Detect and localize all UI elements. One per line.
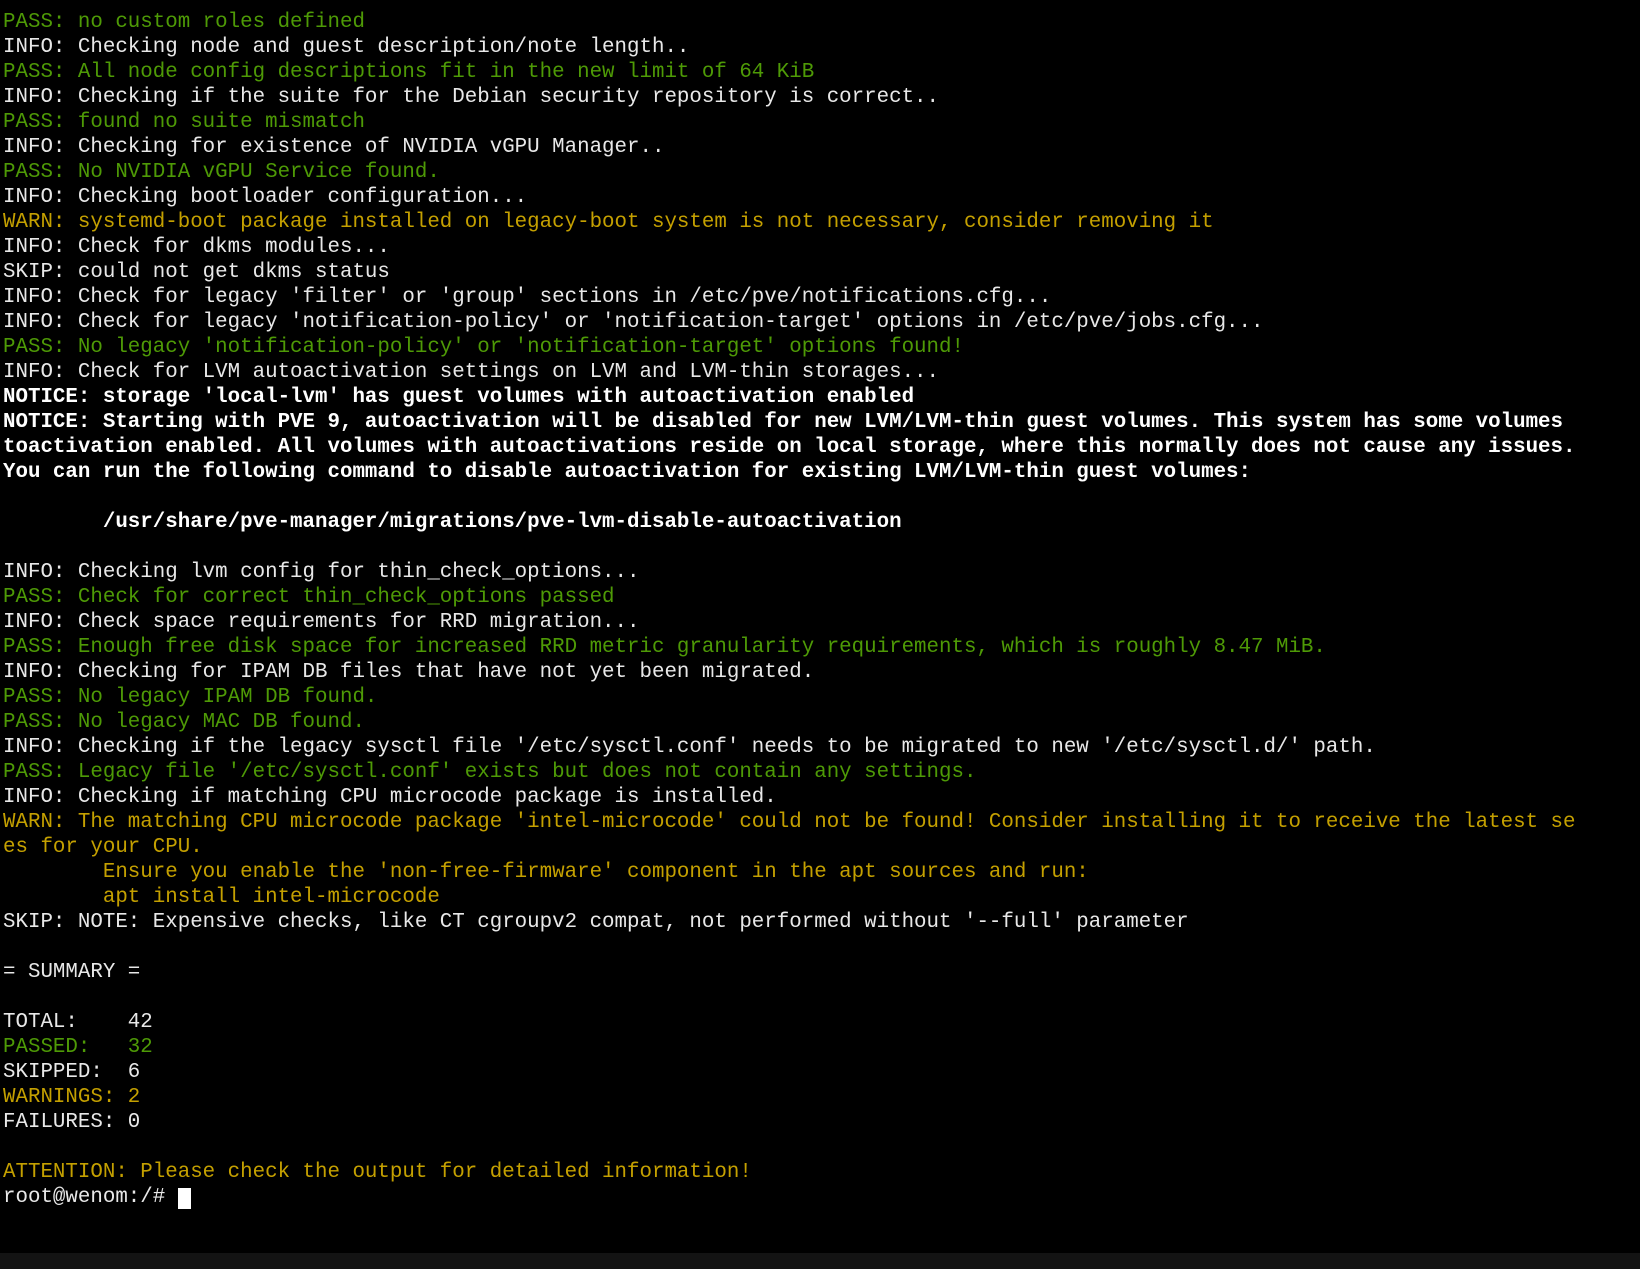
terminal-line: TOTAL: 42	[3, 1010, 1640, 1035]
terminal-line-text: PASS: Enough free disk space for increas…	[3, 636, 1326, 659]
terminal-line-text: INFO: Checking for IPAM DB files that ha…	[3, 661, 814, 684]
terminal-line-text: INFO: Check for LVM autoactivation setti…	[3, 361, 939, 384]
terminal-line: WARN: The matching CPU microcode package…	[3, 810, 1640, 835]
terminal-line: INFO: Check for legacy 'notification-pol…	[3, 310, 1640, 335]
terminal-line-text: INFO: Check for legacy 'filter' or 'grou…	[3, 286, 1051, 309]
terminal-line-text: es for your CPU.	[3, 836, 203, 859]
terminal-line: INFO: Checking node and guest descriptio…	[3, 35, 1640, 60]
terminal-line: NOTICE: Starting with PVE 9, autoactivat…	[3, 410, 1640, 435]
terminal-line-text: WARNINGS: 2	[3, 1086, 140, 1109]
terminal-line: NOTICE: storage 'local-lvm' has guest vo…	[3, 385, 1640, 410]
terminal-line-text: PASS: No legacy MAC DB found.	[3, 711, 365, 734]
terminal-line-text: PASS: No legacy IPAM DB found.	[3, 686, 377, 709]
terminal-line: PASS: no custom roles defined	[3, 10, 1640, 35]
terminal-line: INFO: Checking if the suite for the Debi…	[3, 85, 1640, 110]
terminal-line: toactivation enabled. All volumes with a…	[3, 435, 1640, 460]
terminal-line-text: SKIP: could not get dkms status	[3, 261, 390, 284]
terminal-line: PASS: Enough free disk space for increas…	[3, 635, 1640, 660]
terminal-line: PASS: found no suite mismatch	[3, 110, 1640, 135]
terminal-line-text: WARN: systemd-boot package installed on …	[3, 211, 1214, 234]
terminal-line: INFO: Checking for IPAM DB files that ha…	[3, 660, 1640, 685]
terminal-line: /usr/share/pve-manager/migrations/pve-lv…	[3, 510, 1640, 535]
terminal-line	[3, 985, 1640, 1010]
terminal-line-text: FAILURES: 0	[3, 1111, 140, 1134]
terminal-line: ATTENTION: Please check the output for d…	[3, 1160, 1640, 1185]
terminal-line: INFO: Checking lvm config for thin_check…	[3, 560, 1640, 585]
terminal-line: INFO: Check for legacy 'filter' or 'grou…	[3, 285, 1640, 310]
terminal-line: SKIP: could not get dkms status	[3, 260, 1640, 285]
terminal-output: PASS: no custom roles definedINFO: Check…	[3, 10, 1640, 1210]
terminal-line-text: PASS: no custom roles defined	[3, 11, 365, 34]
terminal-line-text: TOTAL: 42	[3, 1011, 153, 1034]
terminal-line-text: INFO: Checking if the legacy sysctl file…	[3, 736, 1376, 759]
terminal-line-text: NOTICE: storage 'local-lvm' has guest vo…	[3, 386, 914, 409]
terminal-line: FAILURES: 0	[3, 1110, 1640, 1135]
terminal-line: SKIP: NOTE: Expensive checks, like CT cg…	[3, 910, 1640, 935]
bottom-bar	[0, 1253, 1640, 1269]
terminal-line-text: WARN: The matching CPU microcode package…	[3, 811, 1576, 834]
shell-prompt-text: root@wenom:/#	[3, 1186, 178, 1209]
terminal-line-text: PASS: Check for correct thin_check_optio…	[3, 586, 615, 609]
terminal-line	[3, 1135, 1640, 1160]
terminal-line-text: toactivation enabled. All volumes with a…	[3, 436, 1576, 459]
terminal-line: PASS: No NVIDIA vGPU Service found.	[3, 160, 1640, 185]
terminal-line: WARN: systemd-boot package installed on …	[3, 210, 1640, 235]
terminal-line-text: apt install intel-microcode	[3, 886, 440, 909]
terminal-line: INFO: Checking bootloader configuration.…	[3, 185, 1640, 210]
terminal-line: You can run the following command to dis…	[3, 460, 1640, 485]
terminal-line	[3, 935, 1640, 960]
terminal-line	[3, 485, 1640, 510]
terminal-line: WARNINGS: 2	[3, 1085, 1640, 1110]
terminal-line-text: PASS: All node config descriptions fit i…	[3, 61, 814, 84]
terminal-line-text: SKIPPED: 6	[3, 1061, 140, 1084]
terminal-line: PASS: Legacy file '/etc/sysctl.conf' exi…	[3, 760, 1640, 785]
terminal-line-text: INFO: Checking if the suite for the Debi…	[3, 86, 939, 109]
terminal-line-text: INFO: Check space requirements for RRD m…	[3, 611, 640, 634]
terminal-line-text: INFO: Checking node and guest descriptio…	[3, 36, 689, 59]
terminal-line-text: INFO: Checking if matching CPU microcode…	[3, 786, 777, 809]
terminal-window[interactable]: PASS: no custom roles definedINFO: Check…	[0, 0, 1640, 1269]
terminal-line-text: NOTICE: Starting with PVE 9, autoactivat…	[3, 411, 1563, 434]
terminal-line: INFO: Check space requirements for RRD m…	[3, 610, 1640, 635]
terminal-line: PASSED: 32	[3, 1035, 1640, 1060]
terminal-line: Ensure you enable the 'non-free-firmware…	[3, 860, 1640, 885]
terminal-line-text: INFO: Check for legacy 'notification-pol…	[3, 311, 1264, 334]
terminal-line-text: PASS: No NVIDIA vGPU Service found.	[3, 161, 440, 184]
terminal-line-text: /usr/share/pve-manager/migrations/pve-lv…	[3, 511, 902, 534]
terminal-line-text: = SUMMARY =	[3, 961, 140, 984]
terminal-line	[3, 535, 1640, 560]
terminal-line-text: You can run the following command to dis…	[3, 461, 1251, 484]
cursor-block[interactable]	[178, 1188, 191, 1209]
terminal-line: es for your CPU.	[3, 835, 1640, 860]
terminal-line: INFO: Checking for existence of NVIDIA v…	[3, 135, 1640, 160]
terminal-line: INFO: Checking if matching CPU microcode…	[3, 785, 1640, 810]
terminal-line: PASS: No legacy MAC DB found.	[3, 710, 1640, 735]
terminal-line: PASS: All node config descriptions fit i…	[3, 60, 1640, 85]
terminal-line: INFO: Check for LVM autoactivation setti…	[3, 360, 1640, 385]
terminal-line: PASS: No legacy IPAM DB found.	[3, 685, 1640, 710]
terminal-line-text: SKIP: NOTE: Expensive checks, like CT cg…	[3, 911, 1189, 934]
terminal-line-text: PASS: Legacy file '/etc/sysctl.conf' exi…	[3, 761, 976, 784]
terminal-line: INFO: Check for dkms modules...	[3, 235, 1640, 260]
terminal-line: SKIPPED: 6	[3, 1060, 1640, 1085]
terminal-line: PASS: Check for correct thin_check_optio…	[3, 585, 1640, 610]
terminal-line-text: INFO: Checking for existence of NVIDIA v…	[3, 136, 664, 159]
terminal-line: PASS: No legacy 'notification-policy' or…	[3, 335, 1640, 360]
terminal-line-text: INFO: Checking lvm config for thin_check…	[3, 561, 640, 584]
terminal-line-text: Ensure you enable the 'non-free-firmware…	[3, 861, 1089, 884]
terminal-line-text: PASSED: 32	[3, 1036, 153, 1059]
terminal-line: apt install intel-microcode	[3, 885, 1640, 910]
shell-prompt-line: root@wenom:/#	[3, 1185, 1640, 1210]
terminal-line-text: INFO: Check for dkms modules...	[3, 236, 390, 259]
terminal-line: INFO: Checking if the legacy sysctl file…	[3, 735, 1640, 760]
terminal-line: = SUMMARY =	[3, 960, 1640, 985]
terminal-line-text: INFO: Checking bootloader configuration.…	[3, 186, 527, 209]
terminal-line-text: PASS: found no suite mismatch	[3, 111, 365, 134]
terminal-line-text: PASS: No legacy 'notification-policy' or…	[3, 336, 964, 359]
terminal-line-text: ATTENTION: Please check the output for d…	[3, 1161, 752, 1184]
